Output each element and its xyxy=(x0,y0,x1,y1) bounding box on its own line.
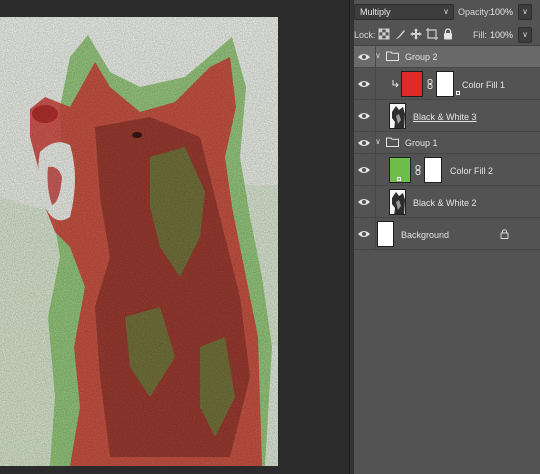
layer-name: Background xyxy=(401,230,450,240)
lock-all-icon[interactable] xyxy=(442,28,454,40)
eye-icon[interactable] xyxy=(357,79,371,89)
color-fill-thumbnail[interactable] xyxy=(389,157,411,183)
layer-row-black-white-3[interactable]: Black & White 3 xyxy=(354,100,540,132)
lock-label: Lock: xyxy=(354,30,376,40)
layer-name: Black & White 3 xyxy=(413,112,477,122)
dog-thumbnail-image xyxy=(392,192,405,214)
layer-name: Black & White 2 xyxy=(413,198,477,208)
selection-marker xyxy=(397,177,401,181)
fill-field[interactable]: 100% xyxy=(490,30,513,40)
layer-row-color-fill-1[interactable]: Color Fill 1 xyxy=(354,68,540,100)
fill-label: Fill: xyxy=(473,30,487,40)
document-canvas[interactable] xyxy=(0,0,349,474)
layer-name: Color Fill 2 xyxy=(450,166,494,176)
selection-marker xyxy=(456,91,460,95)
folder-icon xyxy=(386,51,399,61)
lock-artboard-icon[interactable] xyxy=(426,28,438,40)
eye-icon[interactable] xyxy=(357,197,371,207)
lock-image-pixels-icon[interactable] xyxy=(394,28,406,40)
layer-mask-thumbnail[interactable] xyxy=(424,157,442,183)
dog-artwork-image[interactable] xyxy=(0,17,278,466)
blend-opacity-row: Multiply ∨ Opacity: 100% ∨ xyxy=(354,4,540,22)
dog-thumbnail[interactable] xyxy=(389,189,406,215)
chevron-down-icon[interactable]: ∨ xyxy=(375,51,385,61)
layer-name: Color Fill 1 xyxy=(462,80,506,90)
opacity-field[interactable]: 100% xyxy=(490,7,513,17)
lock-fill-row: Lock: Fill: 100% ∨ xyxy=(354,27,540,43)
column-divider xyxy=(375,100,376,131)
column-divider xyxy=(375,218,376,249)
opacity-label: Opacity: xyxy=(458,7,492,17)
lock-transparent-pixels-icon[interactable] xyxy=(378,28,390,40)
clipping-arrow-icon xyxy=(392,80,399,88)
padlock-icon xyxy=(500,229,509,239)
layer-row-group-1[interactable]: ∨ Group 1 xyxy=(354,132,540,154)
lock-position-icon[interactable] xyxy=(410,28,422,40)
column-divider xyxy=(375,154,376,185)
eye-icon[interactable] xyxy=(357,138,371,148)
chevron-down-icon: ∨ xyxy=(443,7,449,16)
layer-row-black-white-2[interactable]: Black & White 2 xyxy=(354,186,540,218)
layer-list: ∨ Group 2 Color Fill 1 Black & White 3 ∨… xyxy=(354,45,540,474)
layer-row-background[interactable]: Background xyxy=(354,218,540,250)
blend-mode-dropdown[interactable]: Multiply ∨ xyxy=(354,4,454,20)
chevron-down-icon: ∨ xyxy=(522,30,528,39)
blend-mode-value: Multiply xyxy=(360,7,391,17)
layers-panel: Multiply ∨ Opacity: 100% ∨ Lock: Fill: 1… xyxy=(354,0,540,474)
layer-row-group-2[interactable]: ∨ Group 2 xyxy=(354,46,540,68)
eye-icon[interactable] xyxy=(357,229,371,239)
layer-name: Group 1 xyxy=(405,138,438,148)
background-thumbnail[interactable] xyxy=(377,221,394,247)
column-divider xyxy=(375,186,376,217)
chain-link-icon[interactable] xyxy=(415,165,421,175)
chain-link-icon[interactable] xyxy=(427,79,433,89)
dog-thumbnail[interactable] xyxy=(389,103,406,129)
fill-slider-toggle[interactable]: ∨ xyxy=(518,27,532,43)
opacity-slider-toggle[interactable]: ∨ xyxy=(518,4,532,20)
chevron-down-icon: ∨ xyxy=(522,7,528,16)
dog-thumbnail-image xyxy=(392,106,405,128)
eye-icon[interactable] xyxy=(357,165,371,175)
color-fill-thumbnail[interactable] xyxy=(401,71,460,97)
column-divider xyxy=(375,68,376,99)
folder-icon xyxy=(386,137,399,147)
layer-row-color-fill-2[interactable]: Color Fill 2 xyxy=(354,154,540,186)
eye-icon[interactable] xyxy=(357,52,371,62)
eye-icon[interactable] xyxy=(357,111,371,121)
duotone-dog-image xyxy=(0,17,278,466)
layer-mask-thumbnail[interactable] xyxy=(436,71,454,97)
layer-name: Group 2 xyxy=(405,52,438,62)
chevron-down-icon[interactable]: ∨ xyxy=(375,137,385,147)
